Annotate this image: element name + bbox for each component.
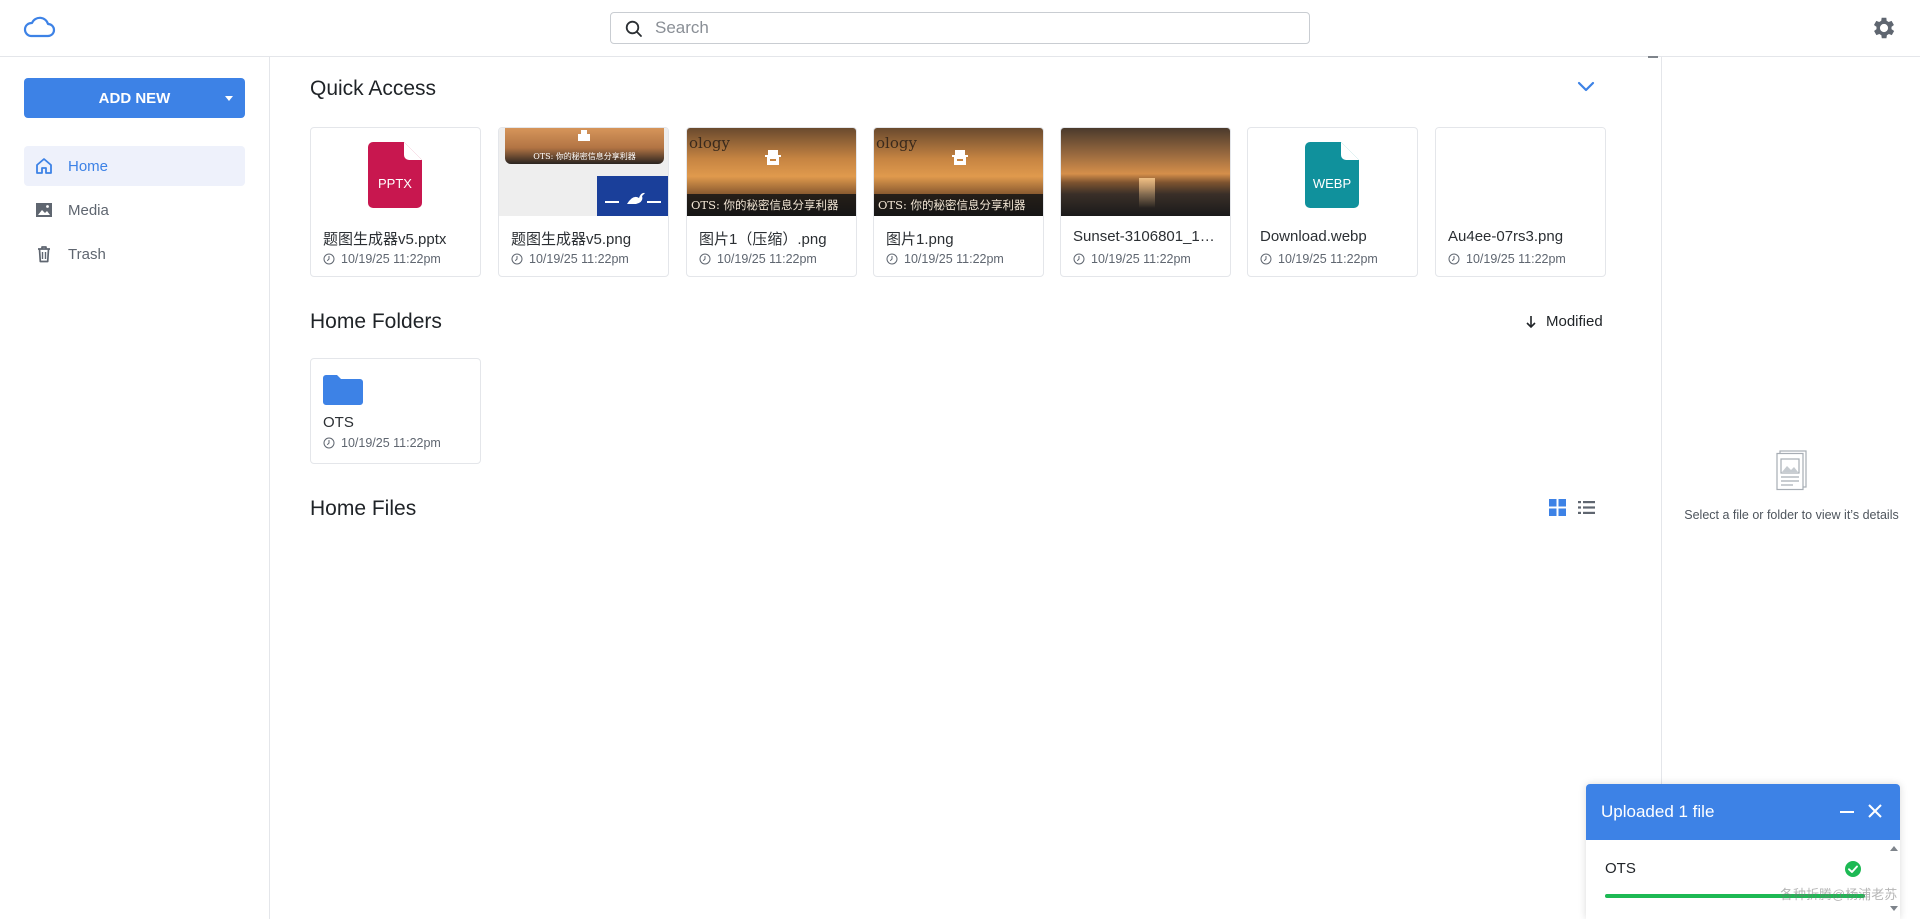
folder-name: OTS [323,414,354,431]
search-icon [625,20,642,37]
webp-file-icon: WEBP [1305,142,1359,208]
file-date: 10/19/25 11:22pm [1448,252,1566,266]
file-date: 10/19/25 11:22pm [699,252,817,266]
sunset-strip: OTS: 你的秘密信息分享利器 [505,128,664,164]
check-circle-icon [1845,861,1861,877]
file-name: Download.webp [1260,228,1367,245]
file-name: 题图生成器v5.pptx [323,231,447,248]
file-name: 题图生成器v5.png [511,231,632,248]
file-thumbnail: OTS: 你的秘密信息分享利器 [499,128,668,216]
folder-card[interactable]: OTS 10/19/25 11:22pm [310,358,481,464]
details-empty-message: Select a file or folder to view it’s det… [1684,508,1899,522]
file-card[interactable]: OTS: 你的秘密信息分享利器 题图生成器v5.png 10/19/25 11:… [498,127,669,277]
sidebar: ADD NEW Home Media Trash [0,57,270,919]
file-card[interactable]: Au4ee-07rs3.png 10/19/25 11:22pm [1435,127,1606,277]
stamp-icon [578,130,590,141]
file-card[interactable]: ology OTS: 你的秘密信息分享利器 图片1（压缩）.png 10/19/… [686,127,857,277]
add-new-button[interactable]: ADD NEW [24,78,245,118]
thumbnail-caption: ology [876,134,917,152]
view-toggles [1549,499,1595,516]
folder-icon [323,375,363,405]
file-card[interactable]: Sunset-3106801_19… 10/19/25 11:22pm [1060,127,1231,277]
file-thumbnail: ology OTS: 你的秘密信息分享利器 [874,128,1043,216]
blue-tile [597,176,668,216]
search-input[interactable] [655,17,1295,39]
minimize-icon[interactable] [1840,811,1854,813]
sidebar-item-trash[interactable]: Trash [24,234,245,274]
file-name: Sunset-3106801_19… [1073,228,1223,245]
file-date: 10/19/25 11:22pm [511,252,629,266]
gear-icon[interactable] [1870,14,1898,42]
chevron-down-icon[interactable] [1577,81,1595,93]
quick-access-title: Quick Access [310,77,437,100]
document-image-icon [1776,450,1807,491]
folder-date: 10/19/25 11:22pm [323,436,441,450]
upload-item-name: OTS [1605,860,1636,877]
image-icon [36,203,52,217]
search-box[interactable] [610,12,1310,44]
file-name: 图片1（压缩）.png [699,231,827,248]
clock-icon [1073,253,1085,265]
file-name: Au4ee-07rs3.png [1448,228,1564,245]
sidebar-item-label: Home [68,157,109,175]
bird-icon [605,192,661,204]
sidebar-item-home[interactable]: Home [24,146,245,186]
file-thumbnail: ology OTS: 你的秘密信息分享利器 [687,128,856,216]
thumbnail-caption: ology [689,134,730,152]
clock-icon [323,253,335,265]
file-date: 10/19/25 11:22pm [886,252,1004,266]
home-icon [36,158,52,174]
clock-icon [511,253,523,265]
arrow-down-icon [1526,315,1536,328]
file-type-badge: WEBP [1312,176,1352,191]
file-date: 10/19/25 11:22pm [323,252,441,266]
file-name: 图片1.png [886,231,954,248]
clock-icon [323,437,335,449]
main-content: Quick Access PPTX 题图生成器v5.pptx 10/19/25 … [271,57,1660,919]
stamp-icon [765,150,781,165]
home-folders-title: Home Folders [310,310,442,333]
upload-panel-title: Uploaded 1 file [1601,802,1715,821]
cloud-icon[interactable] [22,14,56,42]
watermark-text: 各种折腾@杨浦老苏 [1780,887,1898,902]
sort-button[interactable]: Modified [1525,313,1603,330]
file-thumbnail [1436,128,1605,216]
file-card[interactable]: PPTX 题图生成器v5.pptx 10/19/25 11:22pm [310,127,481,277]
file-date: 10/19/25 11:22pm [1260,252,1378,266]
upload-panel-header: Uploaded 1 file [1586,784,1900,840]
add-new-label: ADD NEW [98,89,171,107]
file-thumbnail [1061,128,1230,216]
top-bar [0,0,1920,57]
sidebar-item-label: Media [68,201,109,219]
scroll-down-icon[interactable] [1890,906,1898,911]
file-card[interactable]: ology OTS: 你的秘密信息分享利器 图片1.png 10/19/25 1… [873,127,1044,277]
scroll-up-icon[interactable] [1890,846,1898,851]
sidebar-item-media[interactable]: Media [24,190,245,230]
clock-icon [886,253,898,265]
clock-icon [1448,253,1460,265]
sort-label: Modified [1546,313,1603,330]
trash-icon [38,246,50,263]
home-files-title: Home Files [310,497,417,520]
thumbnail-banner-text: OTS: 你的秘密信息分享利器 [687,194,856,216]
clock-icon [1260,253,1272,265]
grid-view-icon[interactable] [1549,499,1566,516]
caret-down-icon[interactable] [225,96,233,101]
close-icon[interactable] [1866,802,1884,820]
clock-icon [699,253,711,265]
thumbnail-banner-text: OTS: 你的秘密信息分享利器 [533,152,636,161]
sun-reflection [1139,178,1155,208]
pptx-file-icon: PPTX [368,142,422,208]
list-view-icon[interactable] [1578,499,1595,516]
thumbnail-banner-text: OTS: 你的秘密信息分享利器 [874,194,1043,216]
file-type-badge: PPTX [378,176,412,191]
sidebar-item-label: Trash [68,245,106,263]
file-date: 10/19/25 11:22pm [1073,252,1191,266]
stamp-icon [952,150,968,165]
file-card[interactable]: WEBP Download.webp 10/19/25 11:22pm [1247,127,1418,277]
scrollbar-thumb[interactable] [1648,56,1658,58]
